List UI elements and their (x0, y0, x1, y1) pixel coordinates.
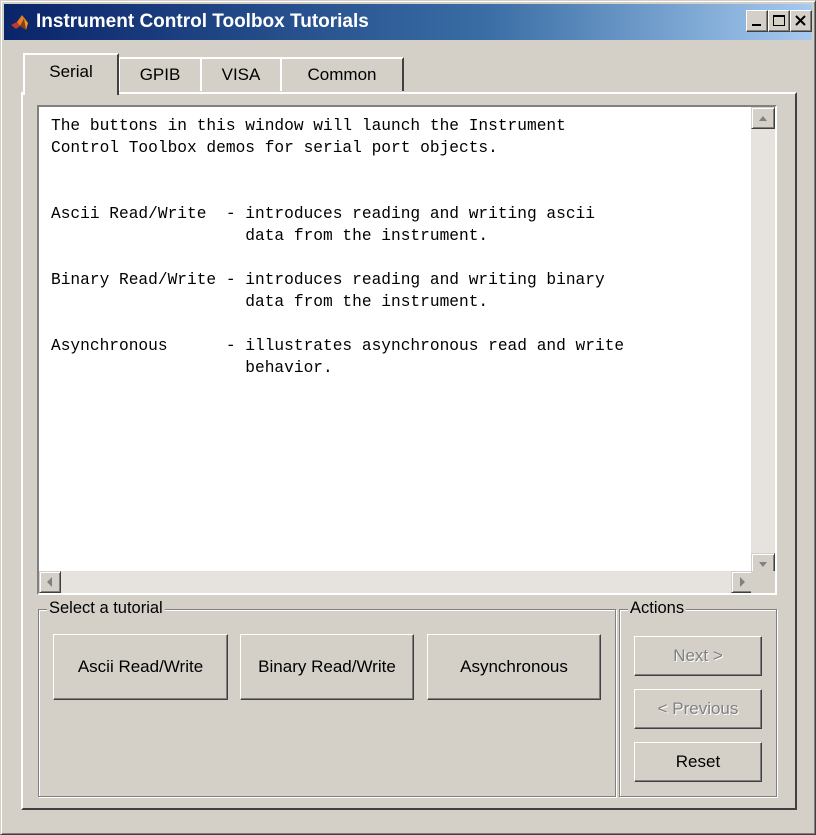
title-bar[interactable]: Instrument Control Toolbox Tutorials (4, 4, 812, 40)
scroll-left-button[interactable] (39, 571, 61, 593)
matlab-logo-icon (11, 15, 28, 30)
minimize-button[interactable] (746, 10, 768, 32)
tab-common[interactable]: Common (280, 57, 404, 91)
arrow-left-icon (47, 577, 52, 587)
maximize-button[interactable] (768, 10, 790, 32)
minimize-icon (752, 24, 761, 26)
close-icon (795, 15, 806, 26)
actions-label: Actions (628, 598, 687, 618)
previous-button[interactable]: < Previous (634, 689, 762, 729)
description-textbox[interactable]: The buttons in this window will launch t… (37, 105, 777, 595)
description-text: The buttons in this window will launch t… (51, 117, 625, 377)
horizontal-scrollbar[interactable] (39, 571, 753, 593)
close-button[interactable] (790, 10, 812, 32)
select-tutorial-label: Select a tutorial (47, 598, 165, 618)
scroll-right-button[interactable] (731, 571, 753, 593)
next-button[interactable]: Next > (634, 636, 762, 676)
tab-visa[interactable]: VISA (200, 57, 282, 91)
scroll-up-button[interactable] (751, 107, 775, 129)
binary-read-write-button[interactable]: Binary Read/Write (240, 634, 414, 700)
asynchronous-button[interactable]: Asynchronous (427, 634, 601, 700)
arrow-up-icon (759, 116, 767, 121)
reset-button[interactable]: Reset (634, 742, 762, 782)
tutorial-window: Instrument Control Toolbox Tutorials Ser… (0, 0, 816, 835)
tab-gpib[interactable]: GPIB (118, 57, 202, 91)
maximize-icon (773, 15, 785, 26)
ascii-read-write-button[interactable]: Ascii Read/Write (53, 634, 228, 700)
scrollbar-corner (751, 571, 775, 593)
vertical-scrollbar[interactable] (751, 107, 775, 575)
arrow-right-icon (740, 577, 745, 587)
tab-serial[interactable]: Serial (23, 53, 119, 95)
window-title: Instrument Control Toolbox Tutorials (36, 11, 369, 32)
